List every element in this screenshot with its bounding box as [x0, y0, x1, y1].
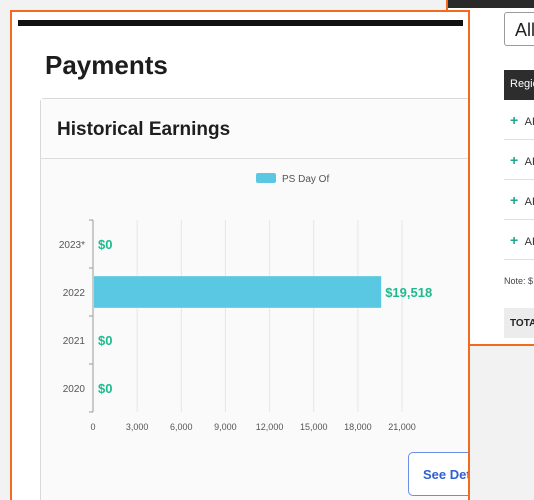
- region-row-label: AF: [524, 116, 534, 128]
- see-details-button[interactable]: See Details>: [408, 452, 470, 496]
- window-top-bar: [18, 20, 463, 26]
- legend-label: PS Day Of: [282, 174, 329, 185]
- x-tick-label: 6,000: [170, 422, 193, 432]
- x-tick-label: 12,000: [256, 422, 284, 432]
- x-tick-label: 3,000: [126, 422, 149, 432]
- background-window-header-strip: [448, 0, 534, 8]
- y-category-label: 2023*: [59, 240, 85, 251]
- total-row-label: TOTA: [504, 308, 534, 338]
- legend-swatch: [256, 173, 276, 183]
- x-tick-label: 18,000: [344, 422, 372, 432]
- bar-value-label: $0: [98, 333, 112, 348]
- region-row[interactable]: + AF: [504, 100, 534, 140]
- card-title: Historical Earnings: [57, 119, 231, 140]
- expand-plus-icon[interactable]: +: [510, 232, 518, 248]
- region-column-header: Regio: [504, 70, 534, 100]
- x-tick-label: 21,000: [388, 422, 416, 432]
- historical-earnings-card: Historical Earnings PS Day Of 0 3,000 6,000…: [40, 98, 470, 500]
- expand-plus-icon[interactable]: +: [510, 112, 518, 128]
- page-title: Payments: [45, 50, 168, 80]
- card-header: Historical Earnings: [41, 99, 468, 159]
- region-filter-select[interactable]: All: [504, 12, 534, 46]
- region-filter-value: All: [515, 20, 534, 40]
- region-row[interactable]: + AF: [504, 140, 534, 180]
- payments-window: Payments Historical Earnings PS Day Of 0 3…: [10, 10, 470, 500]
- bar-value-label: $0: [98, 381, 112, 396]
- region-row-label: AF: [524, 236, 534, 248]
- region-row[interactable]: + AF: [504, 180, 534, 220]
- screen: All Regio + AF + AF + AF + AF Note: $ TO…: [0, 0, 534, 500]
- y-category-label: 2020: [63, 384, 86, 395]
- bar: [94, 276, 382, 308]
- region-row-label: AF: [524, 156, 534, 168]
- x-tick-label: 9,000: [214, 422, 237, 432]
- see-details-label: See Details: [423, 467, 470, 482]
- earnings-chart: PS Day Of 0 3,000 6,000 9,000 12,000 15,000 18,…: [41, 160, 468, 460]
- bar-value-label: $0: [98, 237, 112, 252]
- bar-value-label: $19,518: [385, 285, 432, 300]
- expand-plus-icon[interactable]: +: [510, 152, 518, 168]
- x-tick-label: 15,000: [300, 422, 328, 432]
- table-note: Note: $: [504, 276, 534, 286]
- region-row-label: AF: [524, 196, 534, 208]
- y-category-label: 2022: [63, 288, 86, 299]
- region-row[interactable]: + AF: [504, 220, 534, 260]
- expand-plus-icon[interactable]: +: [510, 192, 518, 208]
- earnings-chart-svg: PS Day Of 0 3,000 6,000 9,000 12,000 15,000 18,…: [59, 173, 432, 432]
- y-category-label: 2021: [63, 336, 86, 347]
- x-tick-label: 0: [90, 422, 95, 432]
